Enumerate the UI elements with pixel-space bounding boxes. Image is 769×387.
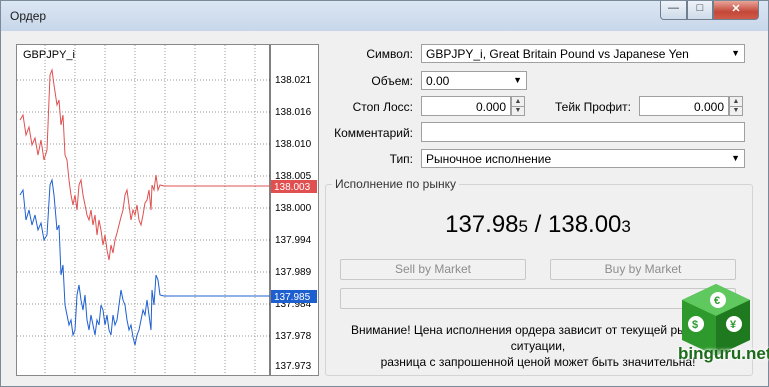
volume-value: 0.00	[426, 74, 450, 88]
ask-line	[19, 68, 270, 261]
binguru-logo-icon: € $ ¥	[682, 284, 750, 356]
ask-price-main: 138.00	[548, 211, 622, 238]
tick-chart: 138.021 138.016 138.010 138.005 138.000 …	[16, 44, 319, 376]
price-tick: 137.978	[275, 331, 312, 342]
stop-loss-input[interactable]: 0.000	[421, 96, 511, 116]
tick-chart-svg: 138.021 138.016 138.010 138.005 138.000 …	[17, 45, 317, 375]
chart-symbol-label: GBPJPY_i	[23, 49, 75, 61]
type-label: Тип:	[389, 152, 413, 166]
bid-ask-display: 137.985 / 138.003	[325, 211, 751, 239]
price-tick: 138.010	[275, 139, 312, 150]
price-tick: 138.000	[275, 203, 312, 214]
spin-down-icon[interactable]: ▼	[512, 106, 524, 115]
price-ticks: 138.021 138.016 138.010 138.005 138.000 …	[275, 75, 312, 372]
comment-label: Комментарий:	[334, 126, 413, 140]
bid-price-main: 137.98	[445, 211, 519, 238]
ask-price-tag: 138.003	[274, 182, 311, 193]
price-tick: 137.994	[275, 235, 312, 246]
price-tick: 137.989	[275, 267, 312, 278]
chevron-down-icon: ▼	[513, 75, 522, 85]
comment-input[interactable]	[421, 122, 745, 142]
ask-price-pip: 3	[621, 217, 631, 236]
chevron-down-icon: ▼	[731, 153, 740, 163]
bid-price-tag: 137.985	[274, 292, 311, 303]
watermark-text: binguru.net	[678, 344, 769, 363]
maximize-icon: □	[696, 2, 704, 14]
svg-text:€: €	[714, 295, 720, 307]
svg-text:$: $	[692, 319, 698, 331]
confirm-order-button[interactable]	[340, 288, 736, 309]
symbol-label: Символ:	[366, 47, 413, 61]
take-profit-value: 0.000	[693, 100, 724, 114]
order-type-select[interactable]: Рыночное исполнение ▼	[421, 149, 745, 168]
volume-select[interactable]: 0.00 ▼	[421, 71, 527, 90]
take-profit-stepper[interactable]: ▲ ▼	[729, 96, 743, 116]
stop-loss-label: Стоп Лосс:	[352, 100, 413, 114]
bid-price-pip: 5	[518, 217, 528, 236]
maximize-button[interactable]: □	[687, 1, 713, 20]
symbol-select[interactable]: GBPJPY_i, Great Britain Pound vs Japanes…	[421, 44, 745, 63]
chevron-down-icon: ▼	[731, 48, 740, 58]
window-title: Ордер	[10, 9, 47, 23]
price-tick: 138.016	[275, 107, 312, 118]
svg-text:¥: ¥	[730, 319, 737, 331]
order-type-value: Рыночное исполнение	[426, 152, 552, 166]
stop-loss-stepper[interactable]: ▲ ▼	[511, 96, 525, 116]
take-profit-input[interactable]: 0.000	[639, 96, 729, 116]
stop-loss-value: 0.000	[475, 100, 506, 114]
order-dialog: Ордер — □ ✕ 138.021 138.016 138.010 138.…	[0, 0, 769, 387]
price-separator: /	[527, 211, 548, 238]
buy-by-market-button[interactable]: Buy by Market	[550, 259, 736, 280]
minimize-icon: —	[668, 2, 679, 14]
volume-label: Объем:	[371, 74, 413, 88]
sell-by-market-button[interactable]: Sell by Market	[340, 259, 526, 280]
symbol-value: GBPJPY_i, Great Britain Pound vs Japanes…	[426, 47, 689, 61]
close-button[interactable]: ✕	[713, 1, 759, 20]
market-execution-title: Исполнение по рынку	[332, 177, 459, 191]
close-icon: ✕	[731, 3, 741, 15]
price-tick: 137.973	[275, 361, 312, 372]
minimize-button[interactable]: —	[660, 1, 687, 20]
take-profit-label: Тейк Профит:	[555, 100, 631, 114]
title-bar[interactable]: Ордер — □ ✕	[1, 1, 768, 31]
price-tick: 138.021	[275, 75, 312, 86]
spin-down-icon[interactable]: ▼	[730, 106, 742, 115]
